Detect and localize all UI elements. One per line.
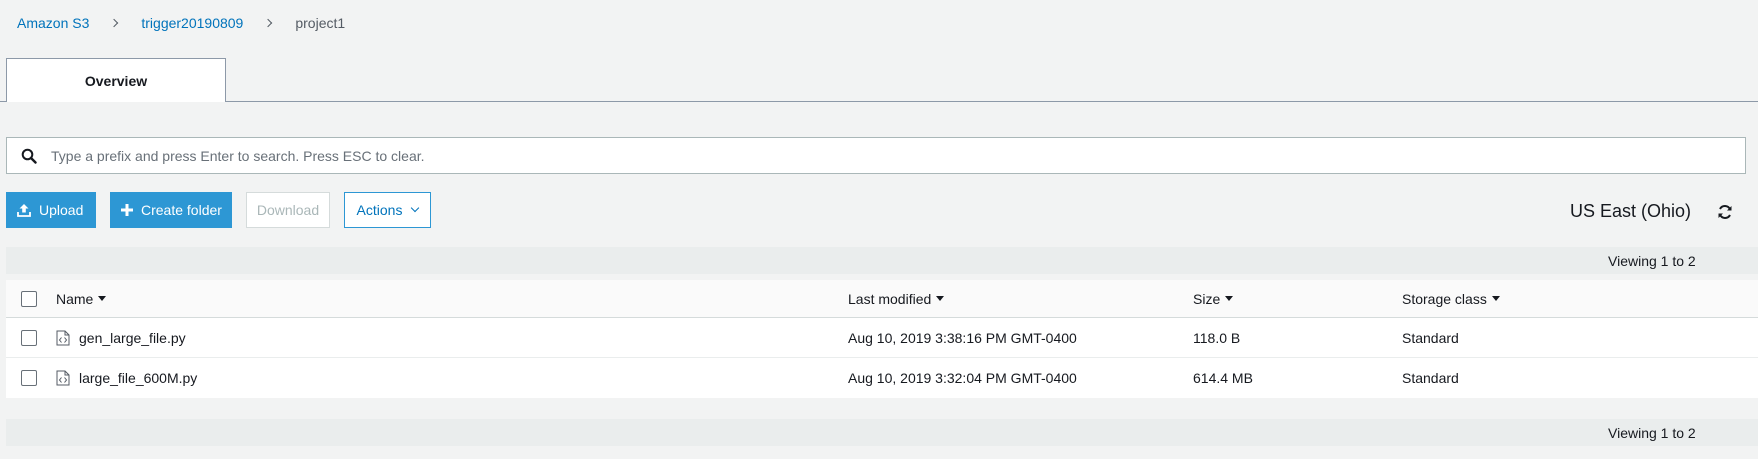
breadcrumb-separator-icon [111, 18, 119, 28]
plus-icon [121, 204, 133, 216]
create-folder-button-label: Create folder [141, 202, 222, 218]
row-checkbox[interactable] [21, 370, 37, 386]
row-checkbox[interactable] [21, 329, 37, 346]
storage-class-value: Standard [1402, 370, 1459, 386]
file-code-icon [56, 370, 70, 386]
chevron-down-icon [411, 203, 420, 213]
search-icon [7, 138, 51, 173]
tab-overview[interactable]: Overview [6, 58, 226, 102]
size-value: 614.4 MB [1193, 370, 1253, 386]
size-value: 118.0 B [1193, 329, 1241, 346]
sort-caret-icon [936, 296, 945, 301]
select-all-checkbox[interactable] [21, 290, 37, 307]
file-name-link[interactable]: large_file_600M.py [79, 370, 197, 386]
sort-caret-icon [1225, 296, 1234, 301]
viewing-count: Viewing 1 to 2 [1608, 253, 1696, 269]
table-row[interactable]: large_file_600M.py Aug 10, 2019 3:32:04 … [6, 358, 1758, 398]
column-header-size[interactable]: Size [1193, 280, 1234, 317]
sort-caret-icon [1491, 296, 1500, 301]
actions-button[interactable]: Actions [344, 192, 431, 228]
storage-class-value: Standard [1402, 329, 1459, 346]
breadcrumb: Amazon S3 trigger20190809 project1 [17, 13, 345, 33]
last-modified-value: Aug 10, 2019 3:38:16 PM GMT-0400 [848, 329, 1077, 346]
file-code-icon [56, 330, 70, 346]
download-button[interactable]: Download [246, 192, 330, 228]
sort-caret-icon [98, 296, 107, 301]
column-header-name[interactable]: Name [56, 280, 107, 317]
breadcrumb-current-folder: project1 [295, 15, 346, 31]
tabs-divider [0, 101, 1758, 102]
breadcrumb-bucket[interactable]: trigger20190809 [141, 15, 243, 31]
file-name-link[interactable]: gen_large_file.py [79, 330, 186, 346]
table-header: Name Last modified Size Storage class [6, 280, 1758, 318]
viewing-count: Viewing 1 to 2 [1608, 425, 1696, 441]
upload-button-label: Upload [39, 202, 84, 218]
column-header-storage-class[interactable]: Storage class [1402, 280, 1500, 317]
search-box [6, 137, 1746, 174]
breadcrumb-amazon-s3[interactable]: Amazon S3 [17, 15, 89, 31]
upload-button[interactable]: Upload [6, 192, 96, 228]
region-label: US East (Ohio) [1570, 201, 1692, 221]
objects-table: Name Last modified Size Storage class ge… [6, 280, 1758, 398]
upload-icon [17, 203, 31, 217]
column-header-last-modified[interactable]: Last modified [848, 280, 945, 317]
breadcrumb-separator-icon [265, 18, 273, 28]
last-modified-value: Aug 10, 2019 3:32:04 PM GMT-0400 [848, 370, 1077, 386]
actions-button-label: Actions [356, 202, 403, 218]
pagination-bar-bottom: Viewing 1 to 2 [6, 419, 1758, 446]
table-row[interactable]: gen_large_file.py Aug 10, 2019 3:38:16 P… [6, 318, 1758, 358]
create-folder-button[interactable]: Create folder [110, 192, 232, 228]
pagination-bar-top: Viewing 1 to 2 [6, 247, 1758, 274]
refresh-icon[interactable] [1716, 203, 1734, 221]
search-input[interactable] [51, 138, 1745, 173]
